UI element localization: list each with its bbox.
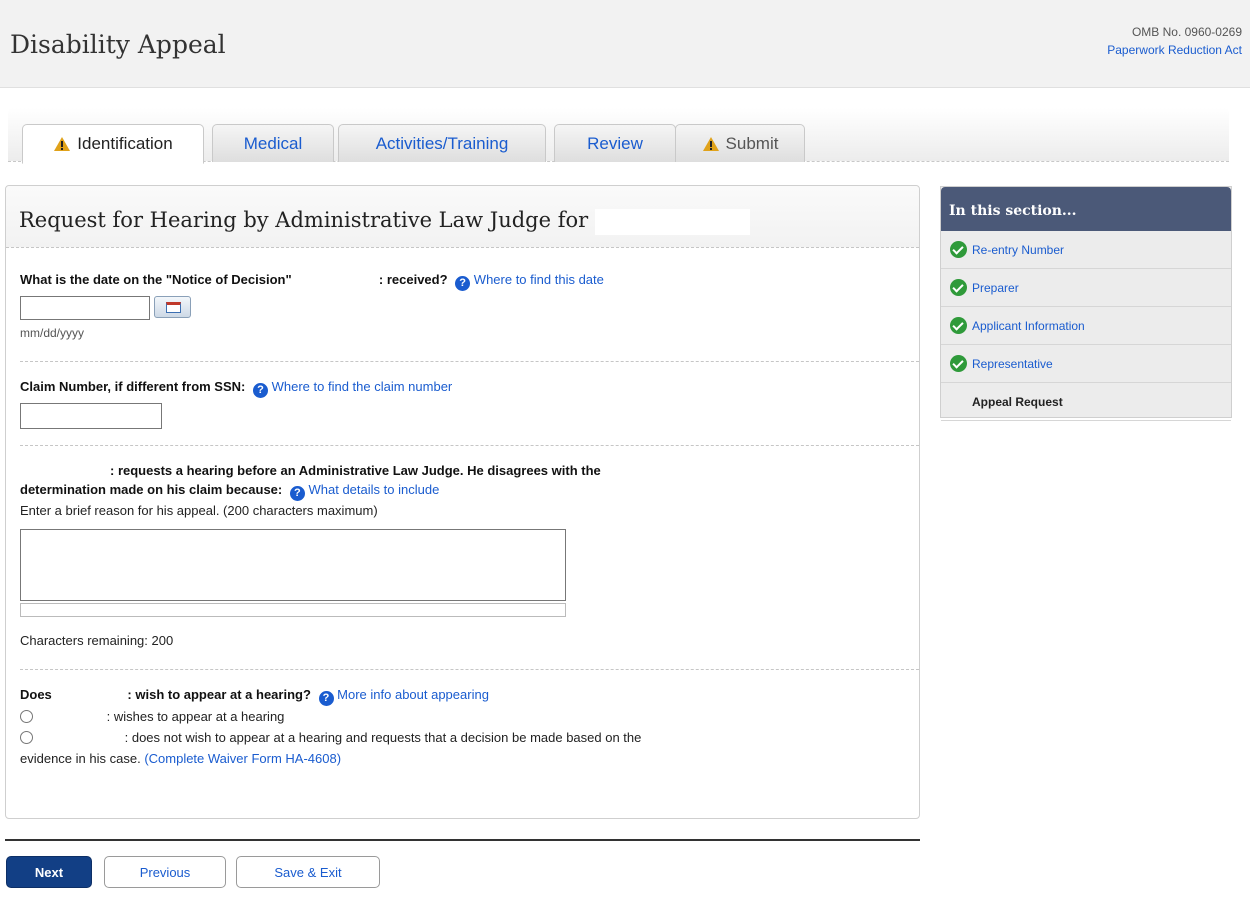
sidebar-item-label: Representative — [972, 356, 1053, 371]
check-icon — [950, 241, 967, 258]
reason-instruction: Enter a brief reason for his appeal. (20… — [20, 503, 378, 518]
claim-question-label-text: Claim Number, if different from SSN: — [20, 379, 246, 394]
tab-submit[interactable]: Submit — [675, 124, 805, 162]
help-icon[interactable]: ? — [253, 383, 268, 398]
sidebar-item-re-entry-number[interactable]: Re-entry Number — [941, 231, 1231, 269]
appear-option-yes-label: : wishes to appear at a hearing — [106, 709, 285, 724]
next-button[interactable]: Next — [6, 856, 92, 888]
redacted-name — [55, 689, 128, 702]
help-icon[interactable]: ? — [455, 276, 471, 291]
redacted-name — [295, 274, 376, 287]
tab-bar: Identification Medical Activities/Traini… — [8, 108, 1229, 164]
reason-label-line2: determination made on his claim because: — [20, 482, 283, 497]
date-question-label-post: : received? — [378, 272, 448, 287]
help-icon[interactable]: ? — [318, 691, 334, 706]
what-details-link[interactable]: What details to include — [309, 482, 440, 497]
divider — [20, 445, 919, 446]
appear-option-yes[interactable]: : wishes to appear at a hearing — [20, 706, 905, 727]
sidebar-item-label: Preparer — [972, 280, 1019, 295]
appear-option-no-label-line1: : does not wish to appear at a hearing a… — [124, 730, 642, 745]
claim-question-label: Claim Number, if different from SSN: ? W… — [20, 379, 905, 398]
omb-number: OMB No. 0960-0269 — [1131, 25, 1242, 39]
sidebar-item-applicant-information[interactable]: Applicant Information — [941, 307, 1231, 345]
date-question-label: What is the date on the "Notice of Decis… — [20, 272, 905, 291]
date-question: What is the date on the "Notice of Decis… — [20, 272, 905, 340]
characters-remaining: Characters remaining: 200 — [20, 631, 905, 650]
characters-remaining-label: Characters remaining: — [20, 633, 148, 648]
appear-question-label: Does : wish to appear at a hearing? ? Mo… — [20, 684, 905, 706]
tab-label: Review — [587, 133, 643, 153]
reason-question-label: : requests a hearing before an Administr… — [20, 461, 905, 501]
help-icon[interactable]: ? — [289, 486, 305, 501]
divider — [20, 669, 919, 670]
reason-label-line1: : requests a hearing before an Administr… — [110, 463, 601, 478]
tab-label: Medical — [243, 133, 303, 153]
characters-remaining-count: 200 — [151, 633, 174, 648]
check-icon — [950, 317, 967, 334]
sidebar-item-preparer[interactable]: Preparer — [941, 269, 1231, 307]
redacted-name — [594, 208, 750, 235]
claim-number-input[interactable] — [20, 403, 162, 429]
tab-label: Submit — [725, 133, 779, 153]
reason-question: : requests a hearing before an Administr… — [20, 461, 905, 650]
tab-activities-training[interactable]: Activities/Training — [338, 124, 546, 162]
check-icon — [950, 279, 967, 296]
date-question-label-pre: What is the date on the "Notice of Decis… — [20, 272, 292, 287]
more-info-appearing-link[interactable]: More info about appearing — [337, 687, 489, 702]
page-title: Request for Hearing by Administrative La… — [19, 208, 589, 232]
radio-appear-yes[interactable] — [20, 710, 33, 723]
appear-question: Does : wish to appear at a hearing? ? Mo… — [20, 684, 905, 769]
app-title: Disability Appeal — [10, 30, 226, 59]
waiver-form-link[interactable]: (Complete Waiver Form HA-4608) — [144, 751, 341, 766]
sidebar-item-label: Re-entry Number — [972, 242, 1065, 257]
paperwork-reduction-act-link[interactable]: Paperwork Reduction Act — [1107, 43, 1242, 57]
where-to-find-claim-link[interactable]: Where to find the claim number — [272, 379, 453, 394]
save-exit-button[interactable]: Save & Exit — [236, 856, 380, 888]
where-to-find-date-link[interactable]: Where to find this date — [474, 272, 604, 287]
divider — [20, 361, 919, 362]
redacted-name — [36, 732, 125, 745]
sidebar-item-representative[interactable]: Representative — [941, 345, 1231, 383]
tab-label: Activities/Training — [375, 133, 509, 153]
character-count-bar — [20, 603, 566, 617]
reason-textarea[interactable] — [20, 529, 566, 601]
appear-label-post: : wish to appear at a hearing? — [127, 687, 311, 702]
sidebar-title: In this section... — [941, 187, 1231, 231]
appear-option-no-label-line2: evidence in his case. — [20, 751, 141, 766]
redacted-name — [20, 465, 110, 478]
claim-question: Claim Number, if different from SSN: ? W… — [20, 379, 905, 432]
calendar-icon[interactable] — [153, 296, 191, 318]
appear-label-pre: Does — [20, 687, 52, 702]
previous-button[interactable]: Previous — [104, 856, 226, 888]
page-header: Disability Appeal OMB No. 0960-0269 Pape… — [0, 0, 1250, 88]
warning-icon — [702, 136, 719, 151]
warning-icon — [54, 137, 71, 151]
main-form-panel: Request for Hearing by Administrative La… — [5, 185, 920, 819]
notice-date-input[interactable] — [20, 296, 150, 320]
appear-option-no[interactable]: : does not wish to appear at a hearing a… — [20, 727, 905, 769]
check-icon — [950, 355, 967, 372]
sidebar-item-label: Applicant Information — [972, 318, 1085, 333]
footer-divider — [5, 839, 920, 841]
radio-appear-no[interactable] — [20, 731, 33, 744]
section-sidebar: In this section... Re-entry Number Prepa… — [940, 186, 1232, 421]
panel-header: Request for Hearing by Administrative La… — [6, 186, 919, 248]
tab-label: Identification — [77, 134, 173, 153]
redacted-name — [36, 711, 107, 724]
tab-review[interactable]: Review — [554, 124, 676, 162]
tab-medical[interactable]: Medical — [212, 124, 334, 162]
sidebar-item-appeal-request: Appeal Request — [941, 383, 1231, 421]
date-format-hint: mm/dd/yyyy — [20, 326, 85, 340]
sidebar-item-label: Appeal Request — [972, 394, 1063, 409]
tab-identification[interactable]: Identification — [22, 124, 204, 164]
